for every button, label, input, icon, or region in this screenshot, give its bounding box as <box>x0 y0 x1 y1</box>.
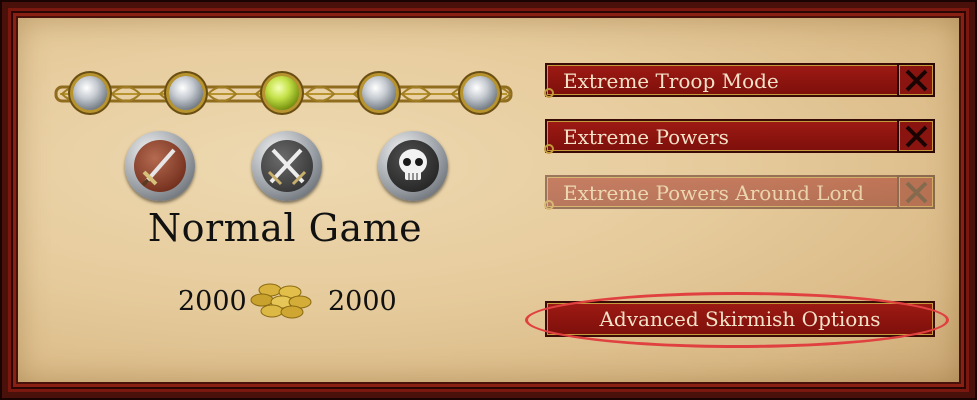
toggle-off-icon[interactable] <box>897 63 935 97</box>
sword-icon[interactable] <box>125 131 195 201</box>
corner-ornament-icon <box>544 88 554 98</box>
x-mark-icon <box>905 181 928 204</box>
difficulty-gem-4[interactable] <box>362 76 396 110</box>
gold-amount-right: 2000 <box>328 286 397 317</box>
crossed-swords-glyph <box>267 148 307 186</box>
option-extreme-powers-around-lord: Extreme Powers Around Lord <box>544 175 935 210</box>
corner-ornament-icon <box>544 144 554 154</box>
crossed-swords-core <box>261 140 313 192</box>
sword-glyph <box>141 148 176 187</box>
difficulty-slider[interactable] <box>52 74 515 114</box>
sword-icon-core <box>134 140 186 192</box>
toggle-off-icon[interactable] <box>897 119 935 153</box>
x-mark-icon <box>905 125 928 148</box>
difficulty-gem-1[interactable] <box>73 76 107 110</box>
difficulty-title: Normal Game <box>147 206 423 250</box>
skull-core <box>387 140 439 192</box>
option-extreme-powers[interactable]: Extreme Powers <box>544 119 935 154</box>
option-label: Extreme Powers Around Lord <box>563 181 864 205</box>
x-mark-icon <box>905 69 928 92</box>
crossed-swords-icon[interactable] <box>252 131 322 201</box>
toggle-off-icon <box>897 175 935 209</box>
skull-icon[interactable] <box>378 131 448 201</box>
gold-coins-icon <box>250 283 312 319</box>
option-label: Extreme Powers <box>563 125 729 149</box>
corner-ornament-icon <box>544 200 554 210</box>
gold-amount-left: 2000 <box>178 286 247 317</box>
option-extreme-troop-mode[interactable]: Extreme Troop Mode <box>544 63 935 98</box>
option-label: Extreme Troop Mode <box>563 69 779 93</box>
difficulty-gem-2[interactable] <box>169 76 203 110</box>
difficulty-gem-3[interactable] <box>265 76 299 110</box>
skull-glyph <box>399 149 427 180</box>
difficulty-gem-5[interactable] <box>463 76 497 110</box>
highlight-ellipse <box>525 292 949 348</box>
